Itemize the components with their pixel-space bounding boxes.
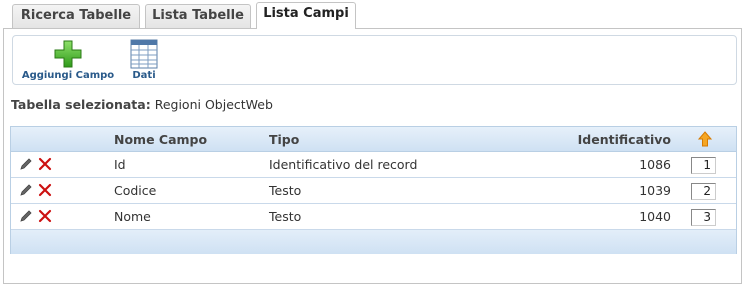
- field-identifier-cell: 1040: [639, 209, 671, 224]
- selected-table-label: Tabella selezionata:: [11, 97, 151, 112]
- field-type-cell: Identificativo del record: [269, 157, 418, 172]
- table-row: Nome Testo 1040 3: [11, 204, 736, 230]
- delete-x-icon[interactable]: [38, 157, 52, 171]
- tab-lista-tabelle[interactable]: Lista Tabelle: [145, 4, 251, 28]
- edit-pencil-icon[interactable]: [19, 183, 33, 197]
- table-grid-icon: [130, 39, 158, 69]
- field-type-cell: Testo: [269, 183, 302, 198]
- header-type[interactable]: Tipo: [269, 127, 299, 152]
- content-panel: Aggiungi Campo Dati Tabella selezionata:…: [3, 28, 742, 284]
- order-input[interactable]: 1: [691, 157, 716, 174]
- table-footer: [11, 230, 736, 254]
- add-field-label: Aggiungi Campo: [21, 70, 115, 81]
- field-name-cell: Id: [114, 157, 126, 172]
- table-row: Codice Testo 1039 2: [11, 178, 736, 204]
- field-name-cell: Codice: [114, 183, 157, 198]
- selected-table-value: Regioni ObjectWeb: [154, 97, 273, 112]
- order-input[interactable]: 2: [691, 183, 716, 200]
- field-identifier-cell: 1086: [639, 157, 671, 172]
- tab-bar: Ricerca Tabelle Lista Tabelle Lista Camp…: [0, 0, 744, 29]
- toolbar: Aggiungi Campo Dati: [12, 35, 737, 85]
- field-name-cell: Nome: [114, 209, 151, 224]
- edit-pencil-icon[interactable]: [19, 157, 33, 171]
- order-input[interactable]: 3: [691, 209, 716, 226]
- selected-table-line: Tabella selezionata: Regioni ObjectWeb: [11, 97, 273, 112]
- add-field-button[interactable]: Aggiungi Campo: [21, 39, 115, 81]
- delete-x-icon[interactable]: [38, 183, 52, 197]
- plus-icon: [54, 40, 82, 68]
- tab-ricerca-tabelle[interactable]: Ricerca Tabelle: [12, 4, 140, 28]
- tab-lista-campi[interactable]: Lista Campi: [256, 2, 356, 29]
- table-row: Id Identificativo del record 1086 1: [11, 152, 736, 178]
- edit-pencil-icon[interactable]: [19, 209, 33, 223]
- field-type-cell: Testo: [269, 209, 302, 224]
- fields-table: Nome Campo Tipo Identificativo Id Identi…: [10, 126, 737, 254]
- delete-x-icon[interactable]: [38, 209, 52, 223]
- header-identifier[interactable]: Identificativo: [571, 127, 671, 152]
- sort-up-arrow-icon[interactable]: [698, 131, 712, 147]
- field-identifier-cell: 1039: [639, 183, 671, 198]
- data-button[interactable]: Dati: [124, 39, 164, 81]
- header-field-name[interactable]: Nome Campo: [114, 127, 207, 152]
- data-label: Dati: [132, 70, 156, 81]
- table-header: Nome Campo Tipo Identificativo: [11, 127, 736, 152]
